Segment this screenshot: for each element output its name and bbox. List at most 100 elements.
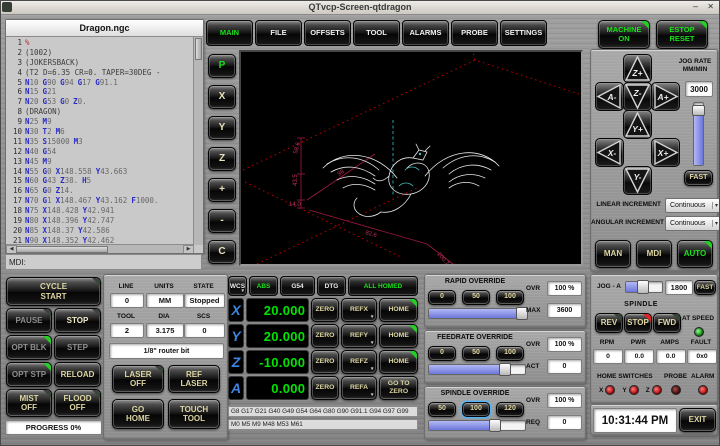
override-preset-50[interactable]: 50 — [462, 346, 490, 361]
gcode-viewer[interactable]: 1%2(1002)3(JOKERSBACK)4(T2 D=6.35 CR=0. … — [6, 37, 203, 253]
tab-probe[interactable]: PROBE — [451, 20, 498, 46]
override-preset-50[interactable]: 50 — [428, 402, 456, 417]
jog-z-minus-button[interactable]: Z- — [623, 82, 652, 111]
override-preset-0[interactable]: 0 — [428, 290, 456, 305]
estop-reset-button[interactable]: ESTOP RESET — [656, 20, 708, 49]
ovr-label: OVR — [526, 397, 540, 404]
jog-fast-button[interactable]: FAST — [684, 170, 713, 186]
go-home-button[interactable]: GO HOME — [112, 399, 164, 429]
tab-settings[interactable]: SETTINGS — [500, 20, 547, 46]
tab-tool[interactable]: TOOL — [353, 20, 400, 46]
scrollbar-thumb[interactable] — [16, 246, 108, 253]
minimize-icon[interactable]: – — [693, 0, 698, 13]
override-slider[interactable] — [428, 420, 526, 431]
linear-increment-select[interactable]: Continuous ▾ — [665, 198, 720, 213]
slider-handle[interactable] — [692, 105, 705, 116]
exit-button[interactable]: EXIT — [679, 408, 716, 432]
view-button-z[interactable]: Z — [208, 147, 236, 171]
horizontal-scrollbar[interactable]: ◀ ▶ — [6, 244, 194, 253]
view-button--[interactable]: - — [208, 209, 236, 233]
gcode-line: 20N85X148.37Y42.586 — [7, 226, 193, 236]
ref-x-button[interactable]: REFX▾ — [341, 298, 378, 322]
optional-block-button[interactable]: OPT BLK — [6, 335, 52, 360]
ref-laser-button[interactable]: REF LASER — [168, 365, 220, 393]
override-preset-120[interactable]: 120 — [496, 402, 524, 417]
scroll-right-icon[interactable]: ▶ — [183, 245, 194, 253]
jog-x-plus-button[interactable]: X+ — [651, 138, 680, 167]
spindle-fwd-button[interactable]: FWD — [653, 313, 681, 333]
override-preset-100[interactable]: 100 — [496, 346, 524, 361]
mode-mdi-button[interactable]: MDI — [636, 240, 672, 268]
view-button-x[interactable]: X — [208, 85, 236, 109]
wcs-button[interactable]: WCS ▾ — [228, 276, 247, 296]
zero-a-button[interactable]: ZERO — [311, 376, 338, 400]
slider-handle[interactable] — [637, 280, 649, 294]
view-button-y[interactable]: Y — [208, 116, 236, 140]
mode-man-button[interactable]: MAN — [595, 240, 631, 268]
step-button[interactable]: STEP — [54, 335, 101, 360]
gcode-graphics-preview[interactable]: 58.6 43.5 14.0 98 82.6 200.7 — [239, 50, 583, 266]
g54-button[interactable]: G54 — [280, 276, 315, 296]
optional-stop-button[interactable]: OPT STP — [6, 362, 52, 387]
mode-auto-button[interactable]: AUTO — [677, 240, 713, 268]
ref-a-button[interactable]: REFA▾ — [341, 376, 378, 400]
slider-handle[interactable] — [499, 363, 511, 376]
abs-button[interactable]: ABS — [249, 276, 278, 296]
zero-z-button[interactable]: ZERO — [311, 350, 338, 374]
override-preset-50[interactable]: 50 — [462, 290, 490, 305]
touch-tool-button[interactable]: TOUCH TOOL — [168, 399, 220, 429]
override-slider[interactable] — [428, 364, 526, 375]
scrollbar-thumb[interactable] — [195, 38, 202, 60]
tab-file[interactable]: FILE — [255, 20, 302, 46]
cycle-start-button[interactable]: CYCLE START — [6, 277, 101, 306]
laser-button[interactable]: LASER OFF — [112, 365, 164, 393]
close-icon[interactable]: ✕ — [707, 0, 714, 13]
machine-on-button[interactable]: MACHINE ON — [598, 20, 650, 49]
override-preset-100[interactable]: 100 — [462, 402, 490, 417]
spindle-amps-value: 0.0 — [656, 349, 686, 364]
jog-speed-slider[interactable] — [693, 102, 704, 166]
jog-a-plus-button[interactable]: A+ — [651, 82, 680, 111]
zero-x-button[interactable]: ZERO — [311, 298, 338, 322]
dtg-button[interactable]: DTG — [317, 276, 346, 296]
override-preset-0[interactable]: 0 — [428, 346, 456, 361]
view-button-+[interactable]: + — [208, 178, 236, 202]
mdi-input[interactable]: MDI: — [5, 254, 202, 270]
jog-y-minus-button[interactable]: Y- — [623, 166, 652, 195]
override-slider[interactable] — [428, 308, 526, 319]
vertical-scrollbar[interactable] — [193, 37, 203, 245]
home-y-button[interactable]: HOME — [379, 324, 418, 348]
angular-increment-select[interactable]: Continuous ▾ — [665, 216, 720, 231]
ref-y-button[interactable]: REFY▾ — [341, 324, 378, 348]
zero-y-button[interactable]: ZERO — [311, 324, 338, 348]
jog-a-rate-value[interactable]: 1800 — [665, 280, 693, 295]
slider-handle[interactable] — [489, 419, 501, 432]
tab-alarms[interactable]: ALARMS — [402, 20, 449, 46]
override-preset-100[interactable]: 100 — [496, 290, 524, 305]
home-a-button[interactable]: GO TO ZERO — [379, 376, 418, 400]
chevron-down-icon: ▾ — [371, 315, 374, 321]
view-button-p[interactable]: P — [208, 54, 236, 78]
spindle-rev-button[interactable]: REV — [595, 313, 623, 333]
ref-z-button[interactable]: REFZ▾ — [341, 350, 378, 374]
stop-button[interactable]: STOP — [54, 308, 101, 333]
jog-rate-value[interactable]: 3000 — [685, 81, 713, 97]
gcode-panel: Dragon.ngc 1%2(1002)3(JOKERSBACK)4(T2 D=… — [5, 19, 204, 254]
tab-main[interactable]: MAIN — [206, 20, 253, 46]
home-z-button[interactable]: HOME — [379, 350, 418, 374]
home-x-button[interactable]: HOME — [379, 298, 418, 322]
pause-button[interactable]: PAUSE — [6, 308, 52, 333]
jog-y-plus-button[interactable]: Y+ — [623, 110, 652, 139]
jog-a-minus-button[interactable]: A- — [595, 82, 624, 111]
jog-x-minus-button[interactable]: X- — [595, 138, 624, 167]
jog-a-slider[interactable] — [625, 281, 663, 293]
jog-z-plus-button[interactable]: Z+ — [623, 54, 652, 83]
view-button-c[interactable]: C — [208, 240, 236, 264]
flood-button[interactable]: FLOOD OFF — [54, 389, 101, 417]
jog-a-fast-button[interactable]: FAST — [694, 280, 716, 295]
mist-button[interactable]: MIST OFF — [6, 389, 52, 417]
tab-offsets[interactable]: OFFSETS — [304, 20, 351, 46]
dro-row-a: A0.000ZEROREFA▾GO TO ZERO — [228, 376, 418, 400]
reload-button[interactable]: RELOAD — [54, 362, 101, 387]
spindle-stop-button[interactable]: STOP — [624, 313, 652, 333]
